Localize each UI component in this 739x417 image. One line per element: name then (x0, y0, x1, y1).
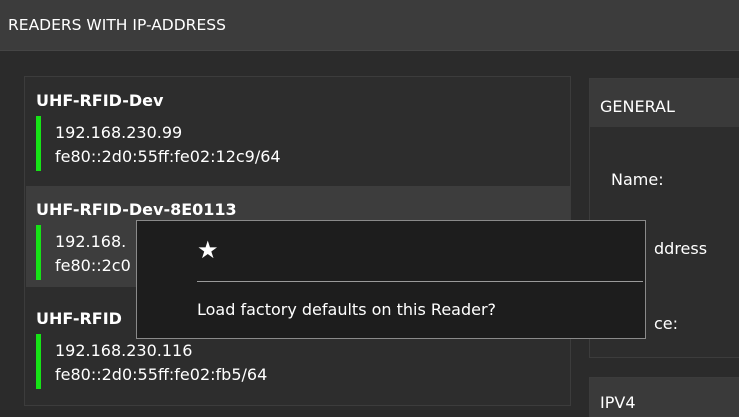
title-bar: READERS WITH IP-ADDRESS (0, 0, 739, 51)
reader-ipv4: 192.168.230.99 (55, 123, 183, 142)
dialog-message: Load factory defaults on this Reader? (197, 300, 497, 319)
online-status-indicator (36, 334, 41, 389)
confirm-dialog[interactable]: ★ Load factory defaults on this Reader? (136, 220, 646, 339)
name-label: Name: (611, 170, 664, 189)
reader-ipv6: fe80::2c0 (55, 256, 131, 275)
reader-ipv4: 192.168. (55, 232, 127, 251)
ipv4-title: IPV4 (600, 393, 636, 412)
reader-name: UHF-RFID (36, 309, 122, 328)
reader-name: UHF-RFID-Dev-8E0113 (36, 200, 237, 219)
device-label: ce: (654, 314, 679, 333)
reader-ipv6: fe80::2d0:55ff:fe02:fb5/64 (55, 365, 268, 384)
reader-ipv6: fe80::2d0:55ff:fe02:12c9/64 (55, 147, 281, 166)
dialog-divider (197, 281, 643, 282)
address-label: ddress (654, 239, 708, 258)
window-title: READERS WITH IP-ADDRESS (8, 16, 226, 34)
online-status-indicator (36, 116, 41, 171)
general-header: GENERAL (590, 79, 739, 127)
reader-ipv4: 192.168.230.116 (55, 341, 193, 360)
reader-item[interactable]: UHF-RFID-Dev 192.168.230.99 fe80::2d0:55… (26, 77, 570, 178)
star-icon: ★ (197, 236, 219, 264)
general-title: GENERAL (600, 97, 675, 116)
reader-name: UHF-RFID-Dev (36, 91, 164, 110)
ipv4-panel: IPV4 (589, 377, 739, 417)
online-status-indicator (36, 225, 41, 280)
